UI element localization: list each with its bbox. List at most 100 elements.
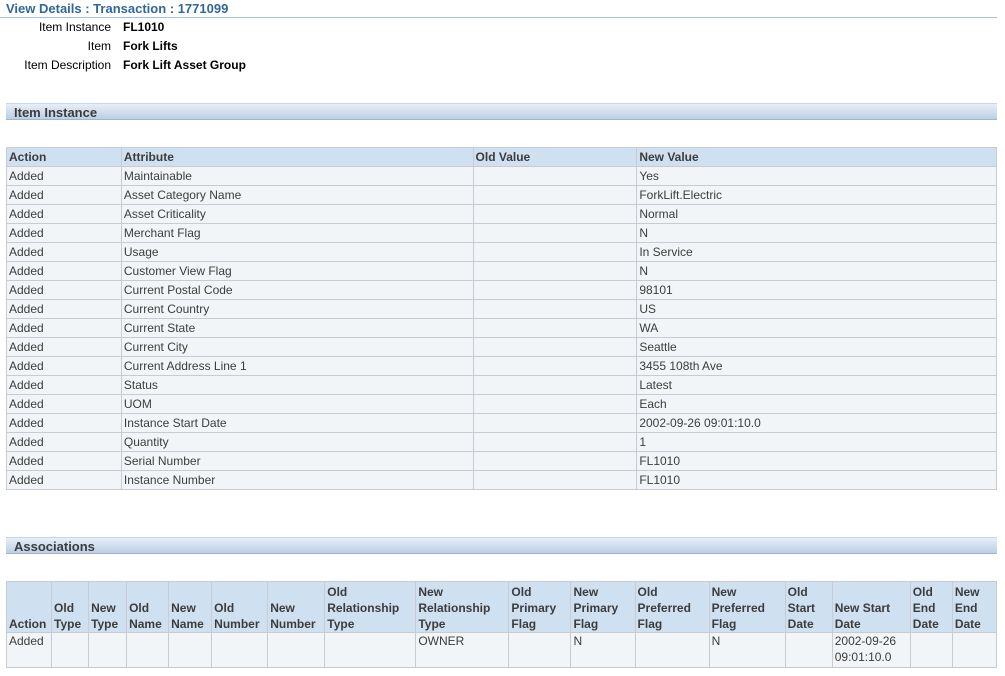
table-cell: ForkLift.Electric: [636, 185, 997, 205]
table-cell: [324, 632, 417, 668]
text-line: Type: [54, 617, 82, 631]
column-header: Action: [5, 581, 53, 633]
column-header: New Primary Flag: [570, 581, 636, 633]
text-line: Name: [171, 617, 204, 631]
text-line: 2002-09-26: [834, 634, 897, 648]
table-row: Added Customer View Flag N: [6, 261, 997, 281]
table-cell: [784, 632, 833, 668]
text-line: Old: [327, 585, 348, 599]
table-row: Added Usage In Service: [6, 242, 997, 262]
table-cell: [472, 223, 638, 243]
text-line: Number: [214, 617, 260, 631]
text-line: Preferred: [637, 601, 691, 615]
text-line: Old: [129, 601, 150, 615]
text-line: New: [171, 601, 196, 615]
table-cell: 2002-09-26 09:01:10.0: [831, 632, 911, 668]
table-cell: N: [636, 261, 997, 281]
table-cell: Added: [6, 261, 122, 281]
column-header: Old Start Date: [784, 581, 833, 633]
table-row: Added Status Latest: [6, 375, 997, 395]
text-line: New: [954, 585, 980, 599]
table-cell: [909, 632, 953, 668]
text-line: Date: [912, 617, 939, 631]
table-cell: N: [570, 632, 636, 668]
text-line: Old: [214, 601, 235, 615]
table-cell: Seattle: [636, 337, 997, 357]
text-line: Type: [418, 617, 446, 631]
table-cell: US: [636, 299, 997, 319]
text-line: Flag: [637, 617, 663, 631]
table-cell: Usage: [120, 242, 474, 262]
table-cell: [472, 242, 638, 262]
table-cell: [168, 632, 213, 668]
text-line: N: [573, 634, 583, 648]
table-cell: Instance Number: [120, 470, 474, 490]
text-line: Primary: [511, 601, 557, 615]
table-row: Added Asset Category Name ForkLift.Electri…: [6, 185, 997, 205]
table-row: Added Quantity 1: [6, 432, 997, 452]
table-cell: 98101: [636, 280, 997, 300]
table-cell: Added: [6, 223, 122, 243]
table-cell: [472, 432, 638, 452]
table-cell: Maintainable: [120, 166, 474, 186]
table-cell: [472, 337, 638, 357]
detail-row: Item Description Fork Lift Asset Group: [0, 58, 400, 74]
table-cell: Each: [636, 394, 997, 414]
column-header: New Name: [168, 581, 213, 633]
table-cell: Latest: [636, 375, 997, 395]
table-cell: Current Address Line 1: [120, 356, 474, 376]
column-header: Old Name: [126, 581, 170, 633]
table-cell: FL1010: [636, 451, 997, 471]
detail-label: Item Instance: [38, 20, 111, 34]
text-line: Primary: [573, 601, 619, 615]
table-cell: [472, 204, 638, 224]
table-row: Added UOM Each: [6, 394, 997, 414]
table-cell: [126, 632, 170, 668]
text-line: Preferred: [711, 601, 765, 615]
table-cell: Added: [6, 451, 122, 471]
table-header-row: Action Old Type New Type Old Name New Name Old Num…: [5, 581, 998, 633]
table-cell: Added: [6, 242, 122, 262]
table-cell: N: [708, 632, 786, 668]
table-cell: Added: [6, 413, 122, 433]
table-cell: Status: [120, 375, 474, 395]
text-line: Flag: [573, 617, 599, 631]
detail-label: Item: [87, 39, 111, 53]
associations-table: Action Old Type New Type Old Name New Name Old Num…: [5, 581, 998, 668]
table-cell: 2002-09-26 09:01:10.0: [636, 413, 997, 433]
table-row: Added OWNER N N 2002-09-26 09:01:10.0: [5, 632, 998, 668]
table-cell: Added: [6, 299, 122, 319]
table-cell: [472, 261, 638, 281]
column-header: New Type: [88, 581, 128, 633]
column-header: Old Number: [211, 581, 269, 633]
column-header: New Preferred Flag: [708, 581, 786, 633]
associations-section-header: Associations: [6, 537, 997, 554]
page-title: View Details : Transaction : 1771099: [6, 1, 229, 16]
detail-value: FL1010: [123, 20, 165, 34]
text-line: New: [418, 585, 444, 599]
table-cell: Asset Category Name: [120, 185, 474, 205]
table-cell: 3455 108th Ave: [636, 356, 997, 376]
text-line: Relationship: [418, 601, 491, 615]
table-cell: Added: [6, 356, 122, 376]
table-cell: [88, 632, 128, 668]
text-line: Action: [9, 617, 47, 631]
table-cell: [472, 356, 638, 376]
text-line: Date: [834, 617, 861, 631]
text-line: Relationship: [327, 601, 400, 615]
column-header: New Relationship Type: [415, 581, 510, 633]
text-line: Old: [54, 601, 75, 615]
text-line: Start: [787, 601, 816, 615]
table-cell: [472, 185, 638, 205]
table-row: Added Instance Number FL1010: [6, 470, 997, 490]
table-row: Added Maintainable Yes: [6, 166, 997, 186]
table-row: Added Current Address Line 1 3455 108th Av…: [6, 356, 997, 376]
detail-label: Item Description: [24, 58, 111, 72]
column-header: New Start Date: [831, 581, 911, 633]
table-cell: Current City: [120, 337, 474, 357]
table-cell: WA: [636, 318, 997, 338]
table-cell: Added: [6, 185, 122, 205]
column-header: Action: [6, 147, 122, 167]
table-cell: Current Country: [120, 299, 474, 319]
column-header: New Number: [267, 581, 326, 633]
